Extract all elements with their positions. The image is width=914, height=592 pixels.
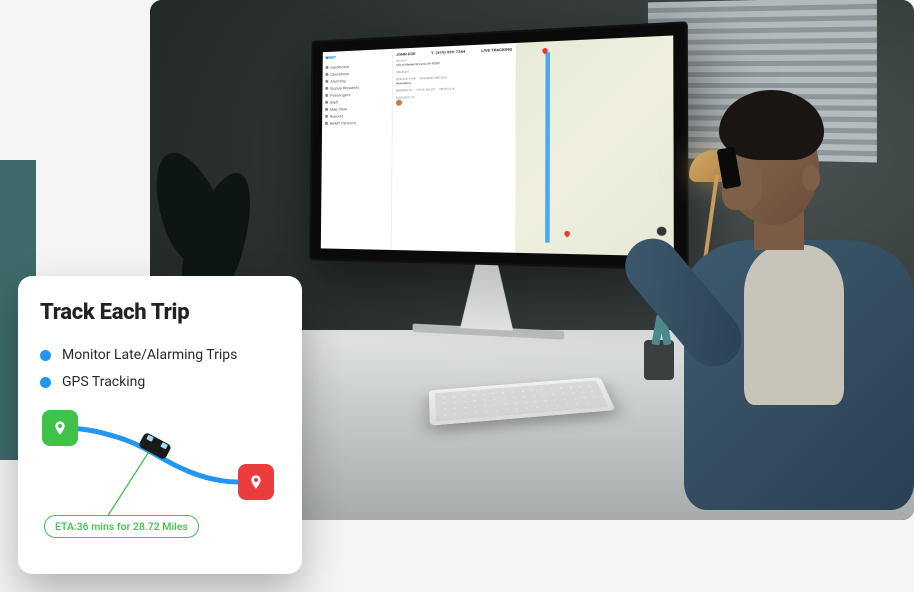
app-logo: NEMT xyxy=(326,52,389,60)
passengers-icon xyxy=(325,94,328,97)
feature-card: Track Each Trip Monitor Late/Alarming Tr… xyxy=(18,276,302,574)
sidebar-label: Operations xyxy=(330,71,349,77)
staff-icon xyxy=(325,101,328,104)
miles-label: TOTAL MILES xyxy=(416,87,435,92)
dashboard-icon xyxy=(326,66,329,69)
sidebar-label: Staff xyxy=(330,99,338,104)
bullet-dot-icon xyxy=(40,377,51,388)
alarming-icon xyxy=(325,80,328,83)
live-tracking-tab[interactable]: LIVE TRACKING xyxy=(481,46,512,53)
sidebar-label: Reports xyxy=(330,113,344,118)
person-shirt xyxy=(744,245,844,405)
destination-pin xyxy=(238,464,274,500)
customer-name: JOHN DOE xyxy=(396,51,416,57)
map-icon xyxy=(325,108,328,111)
logo-emt: EMT xyxy=(328,55,336,60)
sidebar-label: Map View xyxy=(330,106,347,111)
monitor: NEMT Dashboard Operations Alarming Signu… xyxy=(308,21,688,350)
operations-icon xyxy=(325,73,328,76)
signup-icon xyxy=(325,87,328,90)
origin-pin xyxy=(42,410,78,446)
driver-avatar xyxy=(396,100,402,106)
card-title: Track Each Trip xyxy=(40,300,280,325)
trip-detail-panel: JOHN DOE T: (419) 999-7244 LIVE TRACKING… xyxy=(391,43,515,253)
map-dest-pin-icon xyxy=(563,230,571,238)
customer-phone: T: (419) 999-7244 xyxy=(431,49,465,56)
monitor-stand xyxy=(449,264,525,331)
app-main: JOHN DOE T: (419) 999-7244 LIVE TRACKING… xyxy=(391,35,673,256)
member-label: MEMBER ID xyxy=(396,88,412,93)
eta-badge: ETA:36 mins for 28.72 Miles xyxy=(44,515,199,538)
monitor-bezel: NEMT Dashboard Operations Alarming Signu… xyxy=(309,21,688,270)
service-value: Ambulatory xyxy=(396,81,416,86)
pin-icon xyxy=(52,418,68,438)
pin-icon xyxy=(248,472,264,492)
bullet-row: GPS Tracking xyxy=(40,374,280,390)
bullet-text: Monitor Late/Alarming Trips xyxy=(62,347,237,363)
bullet-dot-icon xyxy=(40,350,51,361)
payment-label: PAYMENT METHOD xyxy=(420,75,447,80)
sidebar-label: Signup Requests xyxy=(330,85,359,91)
sidebar-label: Alarming xyxy=(330,78,346,84)
sidebar-label: Passengers xyxy=(330,92,350,98)
vehicle-label: VEHICLE # xyxy=(439,87,454,92)
sidebar-label: NEMT Partners xyxy=(330,120,356,126)
trip-graphic: ETA:36 mins for 28.72 Miles xyxy=(40,408,280,538)
sidebar-item-partners[interactable]: NEMT Partners xyxy=(325,118,389,126)
sidebar-label: Dashboard xyxy=(330,64,349,70)
person-ear xyxy=(802,165,820,191)
partners-icon xyxy=(325,122,328,125)
assigned-block: ASSIGNED TO: xyxy=(396,92,512,106)
live-map[interactable] xyxy=(515,35,674,256)
bullet-row: Monitor Late/Alarming Trips xyxy=(40,347,280,363)
app-sidebar: NEMT Dashboard Operations Alarming Signu… xyxy=(321,49,393,250)
reports-icon xyxy=(325,115,328,118)
monitor-screen: NEMT Dashboard Operations Alarming Signu… xyxy=(321,35,674,256)
sidebar-nav: Dashboard Operations Alarming Signup Req… xyxy=(325,61,389,127)
bullet-text: GPS Tracking xyxy=(62,374,145,390)
map-origin-pin-icon xyxy=(541,47,549,55)
person xyxy=(664,70,914,510)
